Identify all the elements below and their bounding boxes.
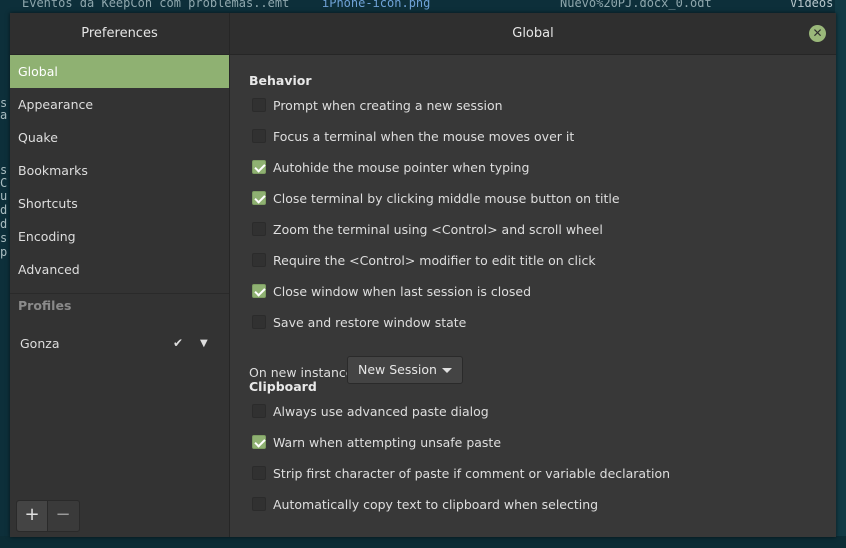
background-file-1: Eventos da KeepCon com problemas..emt: [22, 0, 290, 10]
option-label: Automatically copy text to clipboard whe…: [273, 497, 599, 512]
checkbox[interactable]: [252, 160, 266, 174]
option-label: Prompt when creating a new session: [273, 98, 503, 113]
background-char: d: [0, 217, 8, 231]
add-profile-button[interactable]: +: [17, 501, 48, 531]
preferences-dialog: Preferences Global ✕ Global Appearance Q…: [10, 13, 836, 537]
option-label: Require the <Control> modifier to edit t…: [273, 253, 596, 268]
sidebar: Global Appearance Quake Bookmarks Shortc…: [10, 55, 230, 537]
sidebar-divider: [10, 293, 229, 294]
background-terminal-right: [835, 0, 846, 548]
checkbox[interactable]: [252, 98, 266, 112]
option-label: Autohide the mouse pointer when typing: [273, 160, 530, 175]
background-char: u: [0, 189, 8, 203]
checkbox[interactable]: [252, 497, 266, 511]
checkbox[interactable]: [252, 404, 266, 418]
background-char: C: [0, 176, 8, 190]
option-label: Close window when last session is closed: [273, 284, 532, 299]
page-title: Global: [512, 26, 554, 41]
background-char: d: [0, 203, 8, 217]
default-check-icon: ✔: [173, 336, 184, 350]
checkbox[interactable]: [252, 222, 266, 236]
profiles-header: Profiles: [18, 298, 72, 313]
sidebar-item-appearance[interactable]: Appearance: [10, 88, 229, 121]
sidebar-item-quake[interactable]: Quake: [10, 121, 229, 154]
dropdown-arrow-icon: [442, 368, 452, 373]
background-file-3: Nuevo%20PJ.docx_0.odt: [560, 0, 712, 10]
option-label: Strip first character of paste if commen…: [273, 466, 671, 481]
option-label: Close terminal by clicking middle mouse …: [273, 191, 620, 206]
background-char: s: [0, 231, 8, 245]
checkbox[interactable]: [252, 284, 266, 298]
option-label: Warn when attempting unsafe paste: [273, 435, 502, 450]
checkbox[interactable]: [252, 129, 266, 143]
chevron-down-icon[interactable]: ▼: [200, 331, 208, 356]
option-label: Zoom the terminal using <Control> and sc…: [273, 222, 603, 237]
clipboard-header: Clipboard: [249, 379, 317, 394]
background-terminal-bottom: [0, 536, 846, 548]
background-file-4: Videos: [790, 0, 834, 10]
sidebar-item-shortcuts[interactable]: Shortcuts: [10, 187, 229, 220]
behavior-header: Behavior: [249, 73, 312, 88]
sidebar-item-bookmarks[interactable]: Bookmarks: [10, 154, 229, 187]
profile-name: Gonza: [20, 336, 60, 351]
sidebar-item-global[interactable]: Global: [10, 55, 229, 88]
profile-row[interactable]: Gonza ✔ ▼: [10, 331, 229, 356]
option-label: Always use advanced paste dialog: [273, 404, 489, 419]
background-char: p: [0, 245, 8, 259]
checkbox[interactable]: [252, 315, 266, 329]
checkbox[interactable]: [252, 466, 266, 480]
close-icon[interactable]: ✕: [809, 25, 826, 42]
sidebar-item-encoding[interactable]: Encoding: [10, 220, 229, 253]
remove-profile-button[interactable]: −: [48, 501, 78, 531]
option-label: Focus a terminal when the mouse moves ov…: [273, 129, 575, 144]
sidebar-title: Preferences: [10, 13, 230, 54]
titlebar[interactable]: Preferences Global ✕: [10, 13, 836, 55]
checkbox[interactable]: [252, 253, 266, 267]
background-char: a: [0, 108, 8, 122]
option-label: Save and restore window state: [273, 315, 467, 330]
checkbox[interactable]: [252, 435, 266, 449]
background-char: s: [0, 163, 8, 177]
background-file-2: iPhone-icon.png: [322, 0, 431, 10]
dropdown-value: New Session: [358, 362, 437, 377]
sidebar-item-advanced[interactable]: Advanced: [10, 253, 229, 286]
checkbox[interactable]: [252, 191, 266, 205]
profile-buttons: + −: [16, 500, 80, 532]
new-instance-dropdown[interactable]: New Session: [347, 356, 463, 384]
